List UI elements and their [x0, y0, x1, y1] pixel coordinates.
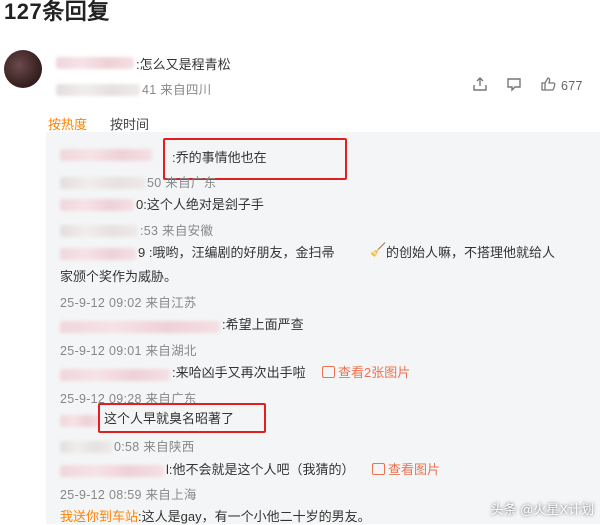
- reply-text: l:他不会就是这个人吧（我猜的）: [166, 462, 355, 477]
- reply-author[interactable]: [60, 318, 220, 336]
- reply-meta: 50 来自广东: [147, 176, 217, 190]
- reply-author[interactable]: [60, 196, 134, 214]
- view-image-link[interactable]: 查看图片: [372, 459, 440, 478]
- reply-text-cont: 的创始人嘛，不搭理他就给人: [386, 245, 556, 260]
- reply-author[interactable]: [60, 146, 152, 164]
- reply-text: 0:这个人绝对是刽子手: [136, 197, 264, 212]
- reply-author[interactable]: [60, 412, 100, 430]
- reply-meta: 25-9-12 08:59 来自上海: [60, 488, 197, 502]
- like-icon[interactable]: [540, 76, 556, 96]
- reply-text: :希望上面严查: [222, 317, 304, 332]
- avatar[interactable]: [4, 50, 42, 88]
- like-count: 677: [561, 79, 583, 93]
- main-comment-text: :怎么又是程青松: [136, 57, 231, 72]
- reply-text: 9 :哦哟，汪编剧的好朋友，金扫帚: [138, 245, 335, 260]
- reply-item: 我送你到车站:这人是gay，有一个小他二十岁的男友。: [60, 506, 371, 525]
- image-icon: [322, 366, 335, 378]
- reply-meta: :53 来自安徽: [140, 224, 214, 238]
- reply-text-line2: 家颁个奖作为威胁。: [60, 269, 178, 284]
- tab-sort-time[interactable]: 按时间: [110, 114, 149, 133]
- reply-username[interactable]: 我送你到车站: [60, 509, 138, 524]
- main-comment-meta: 41 来自四川: [142, 83, 212, 97]
- reply-meta: 0:58 来自陕西: [114, 440, 195, 454]
- reply-text: :乔的事情他也在: [172, 150, 267, 165]
- reply-author[interactable]: [60, 366, 170, 384]
- main-comment-time-blur: [56, 81, 140, 99]
- reply-text: 这个人早就臭名昭著了: [104, 411, 235, 426]
- broom-icon: 🧹: [370, 242, 387, 257]
- watermark: 头条 @火星X计划: [490, 502, 594, 517]
- reply-meta: 25-9-12 09:02 来自江苏: [60, 296, 197, 310]
- share-icon[interactable]: [472, 76, 488, 96]
- tab-sort-hot[interactable]: 按热度: [48, 114, 87, 133]
- comment-icon[interactable]: [506, 76, 522, 96]
- reply-text: :这人是gay，有一个小他二十岁的男友。: [138, 509, 371, 524]
- reply-author[interactable]: [60, 462, 164, 480]
- reply-author[interactable]: [60, 245, 136, 263]
- page-title: 127条回复: [4, 0, 110, 24]
- reply-text: :来哈凶手又再次出手啦: [172, 365, 306, 380]
- view-images-link[interactable]: 查看2张图片: [322, 362, 410, 381]
- reply-time-blur: [60, 438, 112, 456]
- blurred-username: [56, 56, 134, 69]
- image-icon: [372, 463, 385, 475]
- reply-time-blur: [60, 174, 146, 192]
- reply-time-blur: [60, 222, 138, 240]
- reply-meta: 25-9-12 09:01 来自湖北: [60, 344, 197, 358]
- main-comment-author[interactable]: [56, 54, 134, 72]
